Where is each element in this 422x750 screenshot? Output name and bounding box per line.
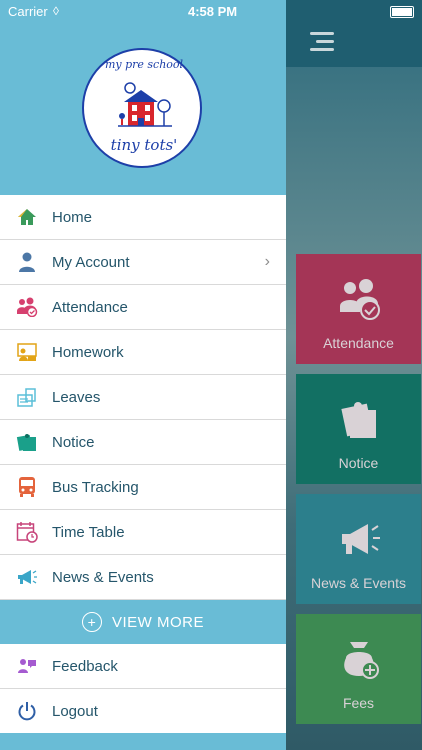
notice-tile-label: Notice <box>338 455 379 471</box>
menu-item-bus-tracking[interactable]: Bus Tracking <box>0 465 286 510</box>
logo-top-text: my pre school <box>104 58 184 71</box>
menu-item-label: Notice <box>52 433 95 451</box>
notice-icon <box>16 431 38 453</box>
logout-icon <box>16 700 38 722</box>
menu-item-label: Logout <box>52 702 98 720</box>
status-bar: Carrier ◊ 4:58 PM <box>0 0 422 22</box>
drawer-menu: Home My Account › Attendance Homework Le… <box>0 195 286 734</box>
menu-item-homework[interactable]: Homework <box>0 330 286 375</box>
chevron-right-icon: › <box>264 253 270 270</box>
menu-item-label: Home <box>52 208 93 226</box>
attendance-tile[interactable]: Attendance <box>296 254 421 364</box>
menu-item-label: Homework <box>52 343 124 361</box>
carrier-label: Carrier <box>8 4 48 19</box>
menu-item-home[interactable]: Home <box>0 195 286 240</box>
homework-icon <box>16 341 38 363</box>
menu-item-attendance[interactable]: Attendance <box>0 285 286 330</box>
notice-tile-icon <box>340 402 376 438</box>
news-events-tile-label: News & Events <box>311 575 406 591</box>
attendance-icon <box>16 296 38 318</box>
attendance-tile-icon <box>339 279 380 320</box>
menu-item-label: Attendance <box>52 298 128 316</box>
drawer-header: my pre school tiny tots' <box>0 0 286 195</box>
user-icon <box>16 251 38 273</box>
menu-item-label: Time Table <box>52 523 125 541</box>
feedback-icon <box>16 655 38 677</box>
clock: 4:58 PM <box>188 4 238 19</box>
wifi-icon: ◊ <box>53 4 59 18</box>
logo-bottom-text: tiny tots' <box>110 136 178 154</box>
drawer-bottom-bar <box>0 733 286 750</box>
attendance-tile-label: Attendance <box>323 335 394 351</box>
view-more-button[interactable]: + VIEW MORE <box>0 600 286 644</box>
home-icon <box>16 206 38 228</box>
menu-icon[interactable] <box>310 32 334 54</box>
menu-item-label: My Account <box>52 253 130 271</box>
megaphone-icon <box>16 566 38 588</box>
menu-item-leaves[interactable]: Leaves <box>0 375 286 420</box>
news-events-tile[interactable]: News & Events <box>296 494 421 604</box>
side-drawer: my pre school tiny tots' Home My Account… <box>0 0 286 750</box>
notice-tile[interactable]: Notice <box>296 374 421 484</box>
menu-item-time-table[interactable]: Time Table <box>0 510 286 555</box>
fees-tile[interactable]: Fees <box>296 614 421 724</box>
school-logo: my pre school tiny tots' <box>82 48 202 168</box>
menu-item-news-events[interactable]: News & Events <box>0 555 286 600</box>
view-more-label: VIEW MORE <box>111 613 204 631</box>
plus-circle-icon: + <box>81 612 102 632</box>
menu-item-label: Bus Tracking <box>52 478 139 496</box>
news-events-tile-icon <box>341 524 380 554</box>
calendar-icon <box>16 521 38 543</box>
bus-icon <box>16 476 38 498</box>
menu-item-logout[interactable]: Logout <box>0 689 286 734</box>
menu-item-my-account[interactable]: My Account › <box>0 240 286 285</box>
menu-item-notice[interactable]: Notice <box>0 420 286 465</box>
leaves-icon <box>16 386 38 408</box>
menu-item-feedback[interactable]: Feedback <box>0 644 286 689</box>
menu-item-label: Leaves <box>52 388 101 406</box>
menu-item-label: Feedback <box>52 657 118 675</box>
fees-tile-label: Fees <box>342 695 375 711</box>
fees-tile-icon <box>343 642 379 679</box>
school-house-icon <box>118 82 172 127</box>
battery-icon <box>390 6 414 18</box>
menu-item-label: News & Events <box>52 568 154 586</box>
